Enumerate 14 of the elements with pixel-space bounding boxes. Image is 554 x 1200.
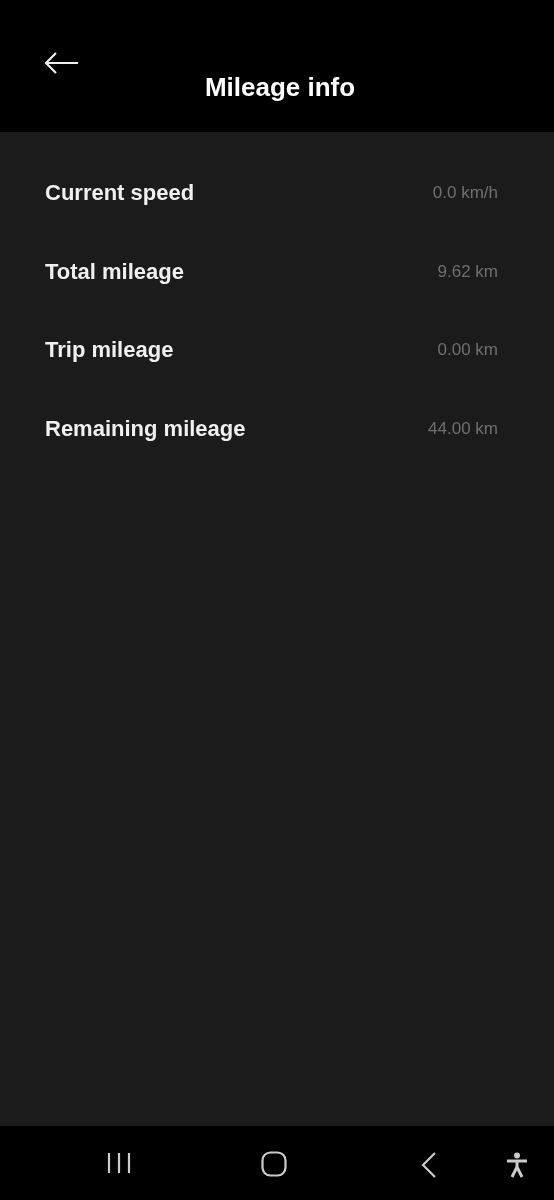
row-label: Trip mileage [45,337,174,364]
back-arrow-icon[interactable] [44,51,80,75]
row-value: 44.00 km [428,418,498,439]
row-value: 9.62 km [437,261,498,282]
back-icon[interactable] [421,1152,437,1178]
row-label: Total mileage [45,258,184,285]
recent-apps-icon[interactable] [107,1152,131,1174]
accessibility-icon[interactable] [506,1152,528,1178]
row-value: 0.0 km/h [432,183,498,204]
home-icon[interactable] [261,1151,287,1177]
row-value: 0.00 km [437,340,498,361]
row-label: Current speed [45,180,195,207]
row-label: Remaining mileage [45,415,246,442]
screen-title: Mileage info [203,72,357,103]
